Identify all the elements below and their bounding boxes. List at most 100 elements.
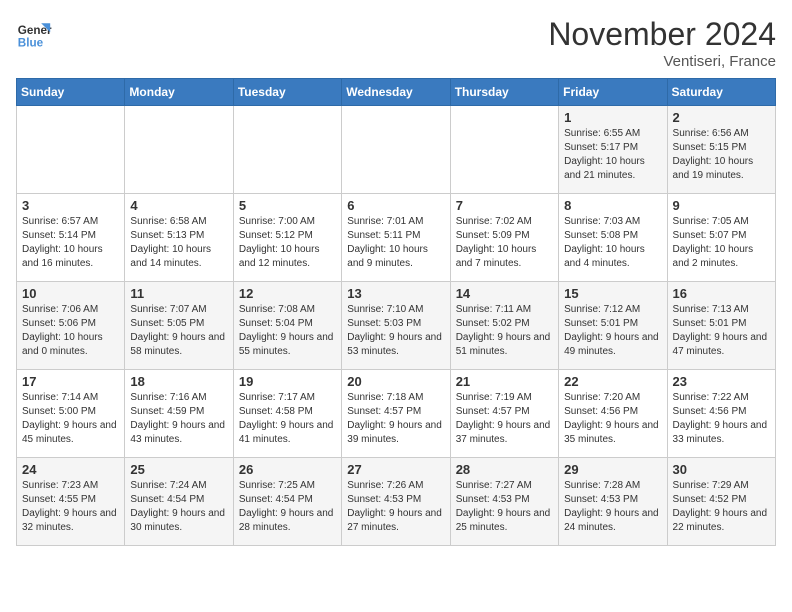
day-info: Sunrise: 7:14 AM Sunset: 5:00 PM Dayligh… (22, 391, 119, 447)
day-cell: 17 Sunrise: 7:14 AM Sunset: 5:00 PM Dayli… (17, 370, 125, 458)
day-info: Sunrise: 7:25 AM Sunset: 4:54 PM Dayligh… (239, 479, 336, 535)
month-title: November 2024 (548, 16, 776, 53)
day-cell: 3Sunrise: 6:57 AM Sunset: 5:14 PM Daylig… (17, 194, 125, 282)
day-info: Sunrise: 7:03 AM Sunset: 5:08 PM Dayligh… (564, 215, 661, 271)
day-cell: 23 Sunrise: 7:22 AM Sunset: 4:56 PM Dayli… (667, 370, 775, 458)
day-number: 19 (239, 374, 336, 389)
day-number: 8 (564, 198, 661, 213)
weekday-header-monday: Monday (125, 79, 233, 106)
day-number: 7 (456, 198, 553, 213)
day-info: Sunrise: 6:58 AM Sunset: 5:13 PM Dayligh… (130, 215, 227, 271)
day-cell: 1 Sunrise: 6:55 AM Sunset: 5:17 PM Daylig… (559, 106, 667, 194)
day-cell: 30Sunrise: 7:29 AM Sunset: 4:52 PM Dayli… (667, 458, 775, 546)
day-number: 18 (130, 374, 227, 389)
week-row-1: 1 Sunrise: 6:55 AM Sunset: 5:17 PM Daylig… (17, 106, 776, 194)
day-number: 15 (564, 286, 661, 301)
day-cell (233, 106, 341, 194)
logo: General Blue (16, 16, 52, 52)
logo-icon: General Blue (16, 16, 52, 52)
week-row-2: 3Sunrise: 6:57 AM Sunset: 5:14 PM Daylig… (17, 194, 776, 282)
day-info: Sunrise: 7:28 AM Sunset: 4:53 PM Dayligh… (564, 479, 661, 535)
weekday-header-tuesday: Tuesday (233, 79, 341, 106)
day-cell: 9 Sunrise: 7:05 AM Sunset: 5:07 PM Daylig… (667, 194, 775, 282)
day-info: Sunrise: 7:20 AM Sunset: 4:56 PM Dayligh… (564, 391, 661, 447)
day-info: Sunrise: 6:55 AM Sunset: 5:17 PM Dayligh… (564, 127, 661, 183)
day-cell (125, 106, 233, 194)
day-cell: 4 Sunrise: 6:58 AM Sunset: 5:13 PM Daylig… (125, 194, 233, 282)
day-info: Sunrise: 7:00 AM Sunset: 5:12 PM Dayligh… (239, 215, 336, 271)
day-cell: 24Sunrise: 7:23 AM Sunset: 4:55 PM Dayli… (17, 458, 125, 546)
day-info: Sunrise: 7:01 AM Sunset: 5:11 PM Dayligh… (347, 215, 444, 271)
day-number: 16 (673, 286, 770, 301)
day-cell: 10 Sunrise: 7:06 AM Sunset: 5:06 PM Dayli… (17, 282, 125, 370)
weekday-header-sunday: Sunday (17, 79, 125, 106)
day-number: 20 (347, 374, 444, 389)
svg-text:Blue: Blue (18, 37, 44, 50)
day-cell: 6Sunrise: 7:01 AM Sunset: 5:11 PM Daylig… (342, 194, 450, 282)
day-number: 12 (239, 286, 336, 301)
day-cell: 27 Sunrise: 7:26 AM Sunset: 4:53 PM Dayli… (342, 458, 450, 546)
day-info: Sunrise: 7:05 AM Sunset: 5:07 PM Dayligh… (673, 215, 770, 271)
calendar-table: SundayMondayTuesdayWednesdayThursdayFrid… (16, 78, 776, 546)
weekday-header-row: SundayMondayTuesdayWednesdayThursdayFrid… (17, 79, 776, 106)
week-row-5: 24Sunrise: 7:23 AM Sunset: 4:55 PM Dayli… (17, 458, 776, 546)
day-cell: 28 Sunrise: 7:27 AM Sunset: 4:53 PM Dayli… (450, 458, 558, 546)
header: General Blue November 2024 Ventiseri, Fr… (16, 16, 776, 70)
location: Ventiseri, France (548, 53, 776, 70)
day-info: Sunrise: 7:08 AM Sunset: 5:04 PM Dayligh… (239, 303, 336, 359)
day-number: 17 (22, 374, 119, 389)
day-cell: 25Sunrise: 7:24 AM Sunset: 4:54 PM Dayli… (125, 458, 233, 546)
day-number: 30 (673, 462, 770, 477)
day-cell: 11 Sunrise: 7:07 AM Sunset: 5:05 PM Dayli… (125, 282, 233, 370)
day-number: 5 (239, 198, 336, 213)
week-row-3: 10 Sunrise: 7:06 AM Sunset: 5:06 PM Dayli… (17, 282, 776, 370)
day-info: Sunrise: 7:06 AM Sunset: 5:06 PM Dayligh… (22, 303, 119, 359)
weekday-header-saturday: Saturday (667, 79, 775, 106)
day-info: Sunrise: 6:56 AM Sunset: 5:15 PM Dayligh… (673, 127, 770, 183)
day-number: 10 (22, 286, 119, 301)
day-info: Sunrise: 7:02 AM Sunset: 5:09 PM Dayligh… (456, 215, 553, 271)
day-cell: 14 Sunrise: 7:11 AM Sunset: 5:02 PM Dayli… (450, 282, 558, 370)
day-number: 14 (456, 286, 553, 301)
day-info: Sunrise: 7:19 AM Sunset: 4:57 PM Dayligh… (456, 391, 553, 447)
day-cell: 19 Sunrise: 7:17 AM Sunset: 4:58 PM Dayli… (233, 370, 341, 458)
day-number: 26 (239, 462, 336, 477)
day-cell: 7 Sunrise: 7:02 AM Sunset: 5:09 PM Daylig… (450, 194, 558, 282)
title-area: November 2024 Ventiseri, France (548, 16, 776, 70)
day-number: 23 (673, 374, 770, 389)
day-number: 27 (347, 462, 444, 477)
day-cell: 12 Sunrise: 7:08 AM Sunset: 5:04 PM Dayli… (233, 282, 341, 370)
day-info: Sunrise: 6:57 AM Sunset: 5:14 PM Dayligh… (22, 215, 119, 271)
day-cell (342, 106, 450, 194)
day-cell: 21Sunrise: 7:19 AM Sunset: 4:57 PM Dayli… (450, 370, 558, 458)
day-cell: 8 Sunrise: 7:03 AM Sunset: 5:08 PM Daylig… (559, 194, 667, 282)
day-cell: 22 Sunrise: 7:20 AM Sunset: 4:56 PM Dayli… (559, 370, 667, 458)
day-info: Sunrise: 7:27 AM Sunset: 4:53 PM Dayligh… (456, 479, 553, 535)
day-info: Sunrise: 7:17 AM Sunset: 4:58 PM Dayligh… (239, 391, 336, 447)
day-cell: 13 Sunrise: 7:10 AM Sunset: 5:03 PM Dayli… (342, 282, 450, 370)
day-number: 1 (564, 110, 661, 125)
day-number: 9 (673, 198, 770, 213)
day-info: Sunrise: 7:23 AM Sunset: 4:55 PM Dayligh… (22, 479, 119, 535)
day-info: Sunrise: 7:12 AM Sunset: 5:01 PM Dayligh… (564, 303, 661, 359)
day-number: 11 (130, 286, 227, 301)
day-info: Sunrise: 7:11 AM Sunset: 5:02 PM Dayligh… (456, 303, 553, 359)
day-info: Sunrise: 7:18 AM Sunset: 4:57 PM Dayligh… (347, 391, 444, 447)
day-info: Sunrise: 7:22 AM Sunset: 4:56 PM Dayligh… (673, 391, 770, 447)
day-number: 22 (564, 374, 661, 389)
weekday-header-thursday: Thursday (450, 79, 558, 106)
day-cell: 16 Sunrise: 7:13 AM Sunset: 5:01 PM Dayli… (667, 282, 775, 370)
day-number: 4 (130, 198, 227, 213)
day-number: 28 (456, 462, 553, 477)
day-cell: 2Sunrise: 6:56 AM Sunset: 5:15 PM Daylig… (667, 106, 775, 194)
day-number: 25 (130, 462, 227, 477)
day-cell: 20 Sunrise: 7:18 AM Sunset: 4:57 PM Dayli… (342, 370, 450, 458)
day-number: 29 (564, 462, 661, 477)
day-info: Sunrise: 7:10 AM Sunset: 5:03 PM Dayligh… (347, 303, 444, 359)
day-info: Sunrise: 7:26 AM Sunset: 4:53 PM Dayligh… (347, 479, 444, 535)
day-info: Sunrise: 7:13 AM Sunset: 5:01 PM Dayligh… (673, 303, 770, 359)
day-cell (450, 106, 558, 194)
day-info: Sunrise: 7:07 AM Sunset: 5:05 PM Dayligh… (130, 303, 227, 359)
day-cell: 15 Sunrise: 7:12 AM Sunset: 5:01 PM Dayli… (559, 282, 667, 370)
day-number: 13 (347, 286, 444, 301)
